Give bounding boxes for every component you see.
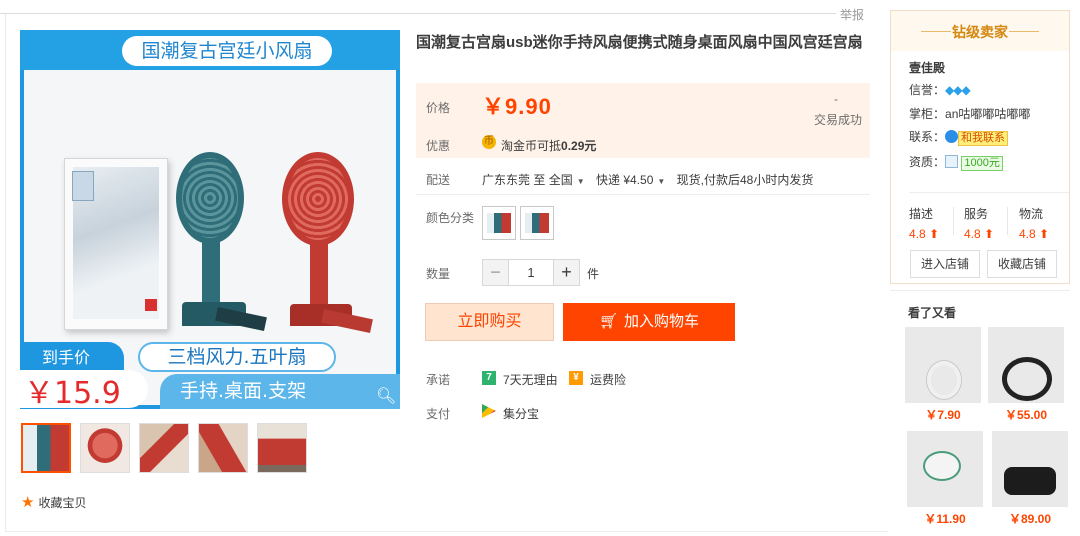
quantity-increase-button[interactable]: + [553,259,580,286]
seller-contact-row: 联系： 和我联系 [909,128,1009,146]
price-value: ￥9.90 [482,94,552,119]
payment-method: 集分宝 [503,407,540,421]
chevron-down-icon[interactable]: ▼ [577,177,585,186]
sold-count: - [834,92,838,106]
recommend-price: ￥55.00 [1004,408,1048,422]
quantity-input[interactable]: 1 [508,259,554,286]
promise-insurance[interactable]: 运费险 [590,371,626,388]
ship-from: 广东东莞 [482,173,531,187]
shipping-insurance-icon: ¥ [569,371,583,385]
thumbnail-strip [21,423,307,473]
keeper-name[interactable]: an咕嘟嘟咕嘟嘟 [945,107,1030,121]
quantity-unit: 件 [587,267,600,281]
shipping-label: 配送 [426,173,451,187]
also-viewed-title: 看了又看 [908,306,957,320]
star-icon: ★ [21,494,35,511]
promo-text: 淘金币可抵0.29元 [501,139,597,153]
thumbnail-5[interactable] [257,423,307,473]
recommend-image[interactable] [988,327,1064,403]
product-title: 国潮复古宫扇usb迷你手持风扇便携式随身桌面风扇中国风宫廷宫扇 [416,34,863,51]
thumbnail-1[interactable] [21,423,71,473]
seller-credit-row: 信誉：◆◆◆ [909,83,971,97]
diamond-icon: ◆◆◆ [945,83,971,97]
recommend-item[interactable]: ￥55.00 [988,327,1064,423]
wangwang-icon[interactable] [945,130,959,143]
quantity-label: 数量 [426,267,451,281]
promo-label: 优惠 [426,139,451,153]
divider [416,194,870,195]
recommend-image[interactable] [907,431,983,507]
thumbnail-2[interactable] [80,423,130,473]
ship-method-select[interactable]: 快递 ¥4.50 [596,173,653,187]
recommend-price: ￥7.90 [925,408,961,422]
buy-now-button[interactable]: 立即购买 [425,303,554,341]
sku-option-2[interactable] [520,206,554,240]
image-banner-title: 国潮复古宫廷小风扇 [122,36,332,66]
thumbnail-3[interactable] [139,423,189,473]
feature-tag-2: 手持.桌面.支架 [160,374,400,409]
shop-name[interactable]: 壹佳殿 [909,59,945,76]
recommend-item[interactable]: ￥11.90 [907,431,983,527]
divider [909,192,1069,193]
also-viewed-panel: 看了又看 ￥7.90 ￥55.00 ￥11.90 ￥89.00 [890,290,1070,530]
seller-qualification-row: 资质： 1000元 [909,153,1003,171]
recommend-item[interactable]: ￥7.90 [905,327,981,423]
promise-return[interactable]: 7天无理由 [503,371,558,388]
seller-keeper-row: 掌柜：an咕嘟嘟咕嘟嘟 [909,107,1031,121]
payment-label: 支付 [426,407,451,421]
recommend-price: ￥11.90 [924,512,966,526]
score-logistics: 物流 4.8 ⬆ [1019,207,1050,241]
color-label: 颜色分类 [426,211,475,225]
thumbnail-4[interactable] [198,423,248,473]
sold-label: 交易成功 [814,113,863,127]
add-to-cart-button[interactable]: 🛒︎ 加入购物车 [563,303,735,341]
final-price-label: 到手价 [42,348,91,367]
seven-day-return-icon: 7 [482,371,496,385]
sku-option-1[interactable] [482,206,516,240]
quantity-decrease-button[interactable]: − [482,259,509,286]
score-description: 描述 4.8 ⬆ [909,207,940,241]
ship-to-select[interactable]: 全国 [549,173,573,187]
gift-box-graphic [64,158,168,330]
feature-tag-1: 三档风力.五叶扇 [138,342,336,372]
chevron-down-icon[interactable]: ▼ [657,177,665,186]
favorite-item-label: 收藏宝贝 [38,495,87,510]
enter-shop-button[interactable]: 进入店铺 [910,250,980,278]
final-price-value: ￥15.9 [24,376,121,409]
id-verified-icon[interactable] [945,155,959,168]
main-product-image[interactable]: 国潮复古宫廷小风扇 到手价 ￥15.9 三档风力.五叶扇 手持.桌面.支架 🔍︎ [20,30,400,409]
recommend-item[interactable]: ￥89.00 [992,431,1068,527]
zoom-icon[interactable]: 🔍︎ [376,386,396,406]
promise-label: 承诺 [426,373,451,387]
deposit-badge[interactable]: 1000元 [961,156,1003,171]
price-label: 价格 [426,101,451,115]
cart-icon: 🛒︎ [598,313,619,330]
favorite-shop-button[interactable]: 收藏店铺 [987,250,1057,278]
contact-me-button[interactable]: 和我联系 [958,131,1009,146]
shipping-info: 广东东莞 至 全国 ▼ 快递 ¥4.50 ▼ 现货,付款后48小时内发货 [482,173,814,187]
seller-panel: 钻级卖家 壹佳殿 信誉：◆◆◆ 掌柜：an咕嘟嘟咕嘟嘟 联系： 和我联系 资质： … [890,10,1070,284]
taojinbi-coin-icon: 币 [482,135,496,149]
red-fan-graphic [282,152,382,334]
recommend-image[interactable] [905,327,981,403]
favorite-item-button[interactable]: ★ 收藏宝贝 [21,493,86,511]
recommend-image[interactable] [992,431,1068,507]
score-service: 服务 4.8 ⬆ [964,207,995,241]
recommend-price: ￥89.00 [1008,512,1052,526]
ship-note: 现货,付款后48小时内发货 [676,173,814,187]
seller-rank: 钻级卖家 [952,24,1008,40]
green-fan-graphic [176,152,276,332]
